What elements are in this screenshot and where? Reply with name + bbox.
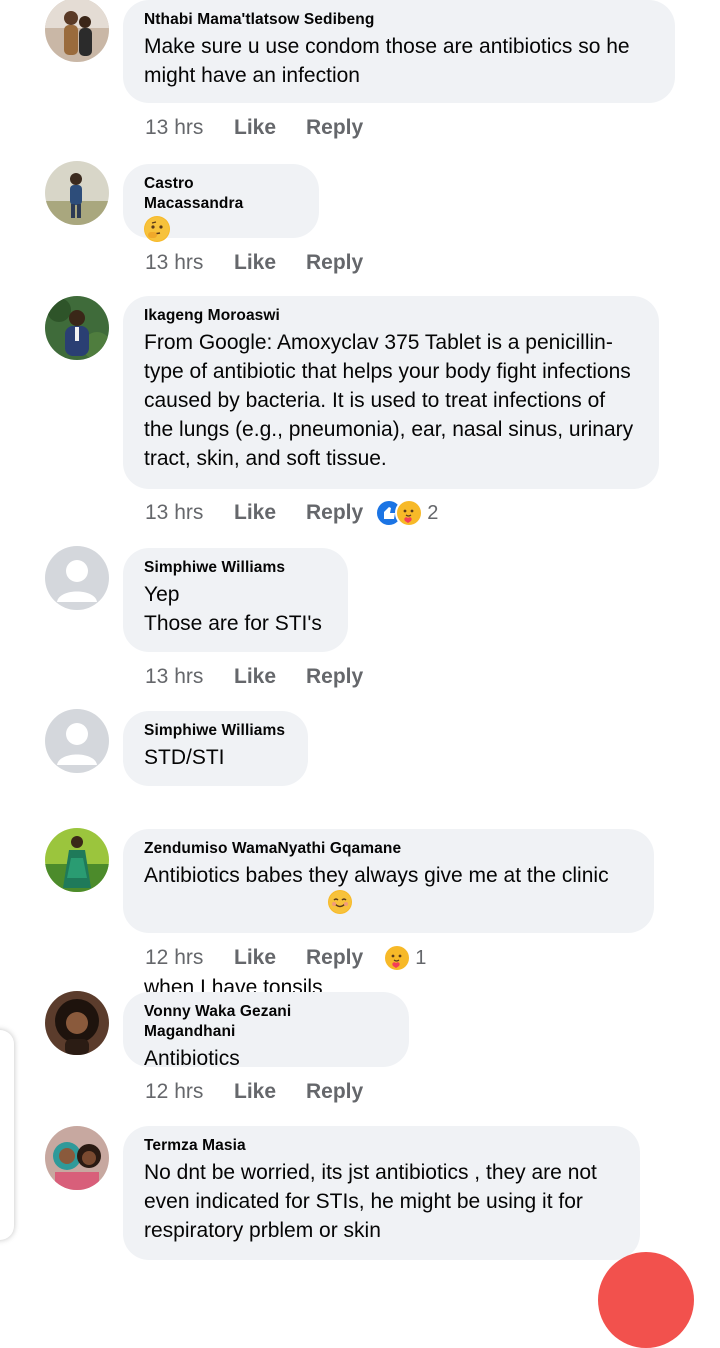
comment-author[interactable]: Vonny Waka Gezani Magandhani bbox=[144, 1002, 387, 1042]
comment-author[interactable]: Simphiwe Williams bbox=[144, 721, 286, 741]
comment-actions: 13 hrs Like Reply 2 bbox=[145, 498, 438, 528]
comment-bubble: Simphiwe Williams STD/STI bbox=[123, 711, 308, 786]
comment-actions: 13 hrs Like Reply bbox=[145, 662, 363, 692]
comment-time[interactable]: 12 hrs bbox=[145, 943, 234, 973]
comment-text: Make sure u use condom those are antibio… bbox=[144, 35, 636, 87]
comment-time[interactable]: 13 hrs bbox=[145, 248, 234, 278]
comment-author[interactable]: Termza Masia bbox=[144, 1136, 618, 1156]
avatar[interactable] bbox=[45, 1126, 109, 1190]
comment-bubble: Termza Masia No dnt be worried, its jst … bbox=[123, 1126, 640, 1260]
comment-text: Antibiotics babes they always give me at… bbox=[144, 861, 632, 1002]
comment-text: STD/STI bbox=[144, 746, 225, 769]
reply-button[interactable]: Reply bbox=[306, 113, 363, 143]
comment-bubble: Vonny Waka Gezani Magandhani Antibiotics bbox=[123, 992, 409, 1070]
comment-actions: 12 hrs Like Reply bbox=[145, 1077, 363, 1107]
reply-button[interactable]: Reply bbox=[306, 943, 363, 973]
reaction-count: 2 bbox=[427, 502, 439, 524]
reply-button[interactable]: Reply bbox=[306, 498, 363, 528]
comment-author[interactable]: Castro Macassandra bbox=[144, 174, 297, 214]
comment-time[interactable]: 13 hrs bbox=[145, 662, 234, 692]
smiling-face-icon bbox=[328, 890, 353, 914]
comment-text: Yep Those are for STI's bbox=[144, 583, 322, 635]
comment-bubble: Castro Macassandra bbox=[123, 164, 319, 242]
avatar[interactable] bbox=[45, 991, 109, 1055]
care-reaction-icon bbox=[383, 944, 412, 972]
care-reaction-icon bbox=[395, 499, 424, 527]
default-avatar-icon bbox=[45, 709, 109, 773]
comment-text-content: Antibiotics babes they always give me at… bbox=[144, 864, 615, 999]
comment-text: No dnt be worried, its jst antibiotics ,… bbox=[144, 1161, 603, 1242]
comment-bubble: Nthabi Mama'tlatsow Sedibeng Make sure u… bbox=[123, 0, 675, 103]
comment-author[interactable]: Ikageng Moroaswi bbox=[144, 306, 637, 326]
comment-author[interactable]: Zendumiso WamaNyathi Gqamane bbox=[144, 839, 632, 859]
like-button[interactable]: Like bbox=[234, 943, 306, 973]
like-button[interactable]: Like bbox=[234, 498, 306, 528]
avatar[interactable] bbox=[45, 0, 109, 62]
comment-bubble: Simphiwe Williams Yep Those are for STI'… bbox=[123, 548, 348, 652]
reply-button[interactable]: Reply bbox=[306, 1077, 363, 1107]
avatar[interactable] bbox=[45, 296, 109, 360]
reaction-count: 1 bbox=[415, 947, 427, 969]
like-button[interactable]: Like bbox=[234, 662, 306, 692]
thinking-face-icon bbox=[144, 216, 170, 242]
comment-actions: 12 hrs Like Reply 1 bbox=[145, 943, 426, 973]
comment-author[interactable]: Simphiwe Williams bbox=[144, 558, 326, 578]
reply-button[interactable]: Reply bbox=[306, 662, 363, 692]
like-button[interactable]: Like bbox=[234, 1077, 306, 1107]
reaction-summary[interactable]: 1 bbox=[383, 943, 426, 973]
comment-actions: 13 hrs Like Reply bbox=[145, 248, 363, 278]
comment-time[interactable]: 13 hrs bbox=[145, 113, 234, 143]
comment-text: Antibiotics bbox=[144, 1047, 240, 1070]
default-avatar-icon bbox=[45, 546, 109, 610]
like-button[interactable]: Like bbox=[234, 113, 306, 143]
avatar[interactable] bbox=[45, 709, 109, 773]
avatar[interactable] bbox=[45, 546, 109, 610]
comment-text: From Google: Amoxyclav 375 Tablet is a p… bbox=[144, 331, 639, 470]
reply-button[interactable]: Reply bbox=[306, 248, 363, 278]
avatar[interactable] bbox=[45, 161, 109, 225]
comment-actions: 13 hrs Like Reply bbox=[145, 113, 363, 143]
reaction-summary[interactable]: 2 bbox=[375, 498, 438, 528]
avatar[interactable] bbox=[45, 828, 109, 892]
comment-author[interactable]: Nthabi Mama'tlatsow Sedibeng bbox=[144, 10, 653, 30]
side-panel-edge bbox=[0, 1030, 14, 1240]
comment-bubble: Ikageng Moroaswi From Google: Amoxyclav … bbox=[123, 296, 659, 489]
like-button[interactable]: Like bbox=[234, 248, 306, 278]
comment-bubble: Zendumiso WamaNyathi Gqamane Antibiotics… bbox=[123, 829, 654, 999]
comment-time[interactable]: 12 hrs bbox=[145, 1077, 234, 1107]
comment-time[interactable]: 13 hrs bbox=[145, 498, 234, 528]
floating-action-button[interactable] bbox=[598, 1252, 694, 1348]
